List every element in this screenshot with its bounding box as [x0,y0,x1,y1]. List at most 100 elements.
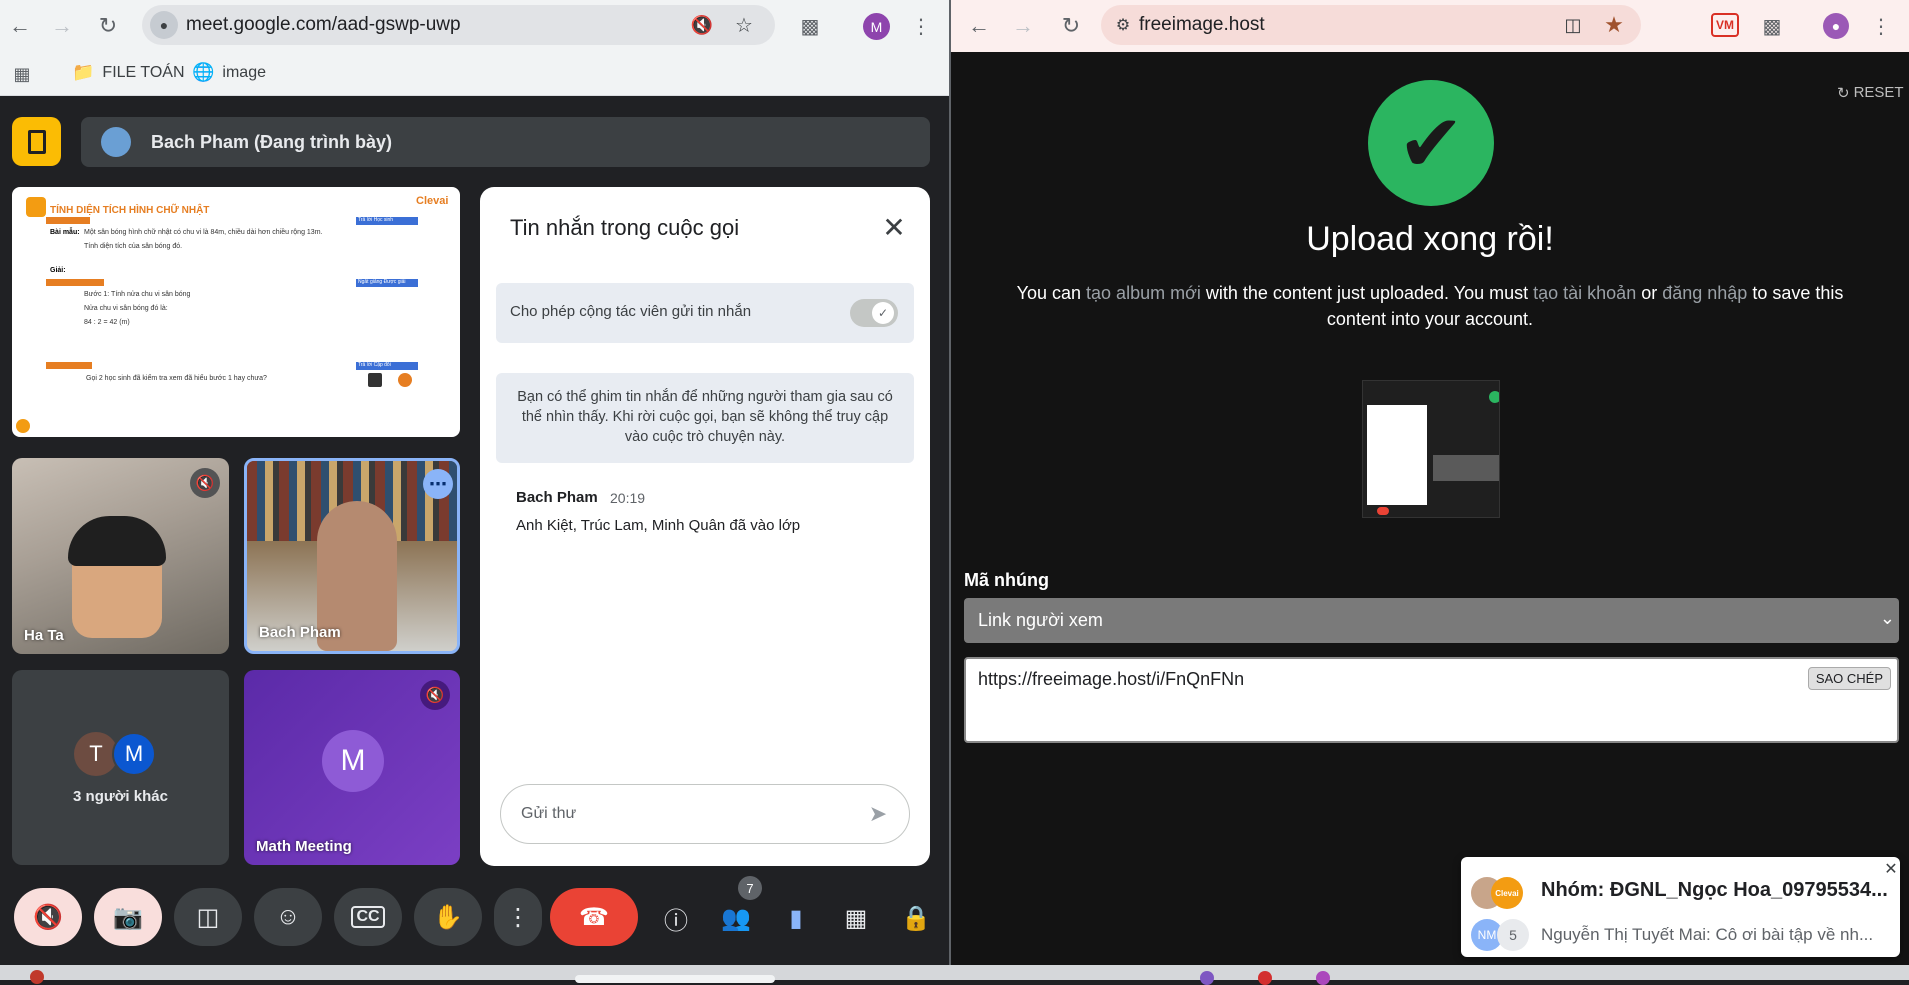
reactions-button[interactable]: ☺ [254,888,322,946]
uploaded-image-thumbnail[interactable] [1362,380,1500,518]
taskbar-search[interactable] [575,975,775,983]
muted-tab-icon[interactable]: 🔇 [690,13,714,37]
thumb-check-icon [1489,391,1499,403]
extensions-icon[interactable]: ▩ [1759,13,1785,39]
site-info-icon[interactable]: ● [150,11,178,39]
leave-call-button[interactable]: ☎ [550,888,638,946]
mic-off-icon: 🔇 [33,903,63,931]
chat-input-placeholder: Gửi thư [521,805,577,822]
slide-coin-icon [398,373,412,387]
reset-label: RESET [1853,84,1904,101]
raise-hand-button[interactable]: ✋ [414,888,482,946]
install-app-icon[interactable]: ◫ [1561,13,1585,37]
reset-button[interactable]: ↻ RESET [1837,84,1904,102]
create-account-link[interactable]: tạo tài khoản [1533,283,1636,303]
folder-icon: 📁 [72,62,95,82]
presentation-slide[interactable]: TÍNH DIỆN TÍCH HÌNH CHỮ NHẬT Clevai Bài … [12,187,460,437]
slide-tag [46,217,90,224]
mic-toggle-button[interactable]: 🔇 [14,888,82,946]
bookmark-file-toan[interactable]: 📁 FILE TOÁN [72,62,185,83]
allow-messages-row: Cho phép cộng tác viên gửi tin nhắn ✓ [496,283,914,343]
chat-panel: Tin nhắn trong cuộc gọi ✕ Cho phép cộng … [480,187,930,866]
address-bar[interactable]: ● meet.google.com/aad-gswp-uwp 🔇 ☆ [142,5,775,45]
embed-type-select[interactable]: Link người xem ⌄ [964,598,1899,643]
bookmarks-bar: ▦ 📁 FILE TOÁN 🌐 image [0,52,949,96]
desc-text: to save this [1747,283,1844,303]
meet-browser-window: ← → ↻ ● meet.google.com/aad-gswp-uwp 🔇 ☆… [0,0,949,965]
thumb-embed-box [1433,455,1499,481]
meeting-info-icon[interactable]: ⓘ [656,898,696,938]
slide-side-label: Ngắt giảng Được giải [356,279,418,287]
login-link[interactable]: đăng nhập [1662,283,1747,303]
participant-tile[interactable]: M 🔇 Math Meeting [244,670,460,865]
slide-step-1: Bước 1: Tính nửa chu vi sân bóng [84,291,191,298]
end-call-icon: ☎ [579,903,609,931]
chat-icon[interactable]: ▮ [776,898,816,938]
extensions-icon[interactable]: ▩ [797,13,823,39]
menu-kebab-icon[interactable]: ⋮ [1871,13,1891,39]
camera-toggle-button[interactable]: 📷 [94,888,162,946]
reload-icon[interactable]: ↻ [1055,10,1087,42]
slide-tag [46,279,104,286]
menu-kebab-icon[interactable]: ⋮ [911,13,931,39]
participant-name: Bach Pham [259,624,341,641]
chat-notification[interactable]: ✕ Clevai Nhóm: ĐGNL_Ngọc Hoa_09795534...… [1461,857,1900,957]
os-taskbar [0,965,1909,985]
notification-body: Nguyễn Thị Tuyết Mai: Cô ơi bài tập về n… [1541,925,1874,944]
more-options-button[interactable]: ⋮ [494,888,542,946]
address-bar[interactable]: ⚙ freeimage.host ◫ ★ [1101,5,1641,45]
slide-tag-label: Bài mẫu: [50,229,80,236]
success-check-icon: ✔ [1368,80,1494,206]
site-settings-icon[interactable]: ⚙ [1109,11,1137,39]
host-controls-icon[interactable]: 🔒 [896,898,936,938]
profile-avatar-icon[interactable]: ● [1823,13,1849,39]
desc-text: with the content just uploaded. You must [1200,283,1534,303]
member-count-avatar: 5 [1497,919,1529,951]
close-icon[interactable]: ✕ [876,209,912,245]
participant-tile[interactable]: ⋯ Bach Pham [244,458,460,654]
slide-tag [46,362,92,369]
present-button[interactable]: ◫ [174,888,242,946]
companion-mode-icon[interactable] [12,117,61,166]
chat-title: Tin nhắn trong cuộc gọi [510,215,740,240]
back-icon[interactable]: ← [4,10,36,42]
thumb-chat-panel [1367,405,1427,505]
star-icon[interactable]: ☆ [732,13,756,37]
embed-code-textarea[interactable]: https://freeimage.host/i/FnQnFNn SAO CHÉ… [964,657,1899,743]
participant-tile[interactable]: 🔇 Ha Ta [12,458,229,654]
close-icon[interactable]: ✕ [1883,861,1899,878]
allow-messages-toggle[interactable]: ✓ [850,299,898,327]
group-avatar: Clevai [1491,877,1523,909]
activities-icon[interactable]: ▦ [836,898,876,938]
taskbar-app-icon[interactable] [1200,971,1214,985]
taskbar-app-icon[interactable] [1316,971,1330,985]
others-tile[interactable]: T M 3 người khác [12,670,229,865]
forward-icon[interactable]: → [1007,10,1039,42]
copy-button[interactable]: SAO CHÉP [1807,667,1891,690]
taskbar-app-icon[interactable] [1258,971,1272,985]
vm-extension-icon[interactable]: VM [1711,13,1739,37]
captions-button[interactable]: CC [334,888,402,946]
profile-avatar[interactable]: M [863,13,890,40]
desc-text: content into your account. [1326,309,1534,329]
present-screen-icon: ◫ [196,903,220,931]
mascot-icon [26,197,46,217]
slide-question: Gọi 2 học sinh đã kiểm tra xem đã hiểu b… [86,375,267,382]
avatar: M [112,732,156,776]
upload-title: Upload xong rồi! [1306,220,1554,258]
more-options-icon[interactable]: ⋯ [423,469,453,499]
forward-icon[interactable]: → [46,10,78,42]
slide-side-label: Trả lời Học sinh [356,217,418,225]
star-filled-icon[interactable]: ★ [1601,12,1627,38]
bookmark-label: image [222,63,266,81]
people-icon[interactable]: 👥 [716,898,756,938]
bookmark-image[interactable]: 🌐 image [192,62,266,83]
back-icon[interactable]: ← [963,10,995,42]
send-icon[interactable]: ➤ [863,799,893,829]
slide-side-label: Trả lời Cặp đôi [356,362,418,370]
reload-icon[interactable]: ↻ [92,10,124,42]
chat-input[interactable]: Gửi thư ➤ [500,784,910,844]
create-album-link[interactable]: tạo album mới [1086,283,1201,303]
taskbar-app-icon[interactable] [30,970,44,984]
apps-grid-icon[interactable]: ▦ [10,62,34,86]
